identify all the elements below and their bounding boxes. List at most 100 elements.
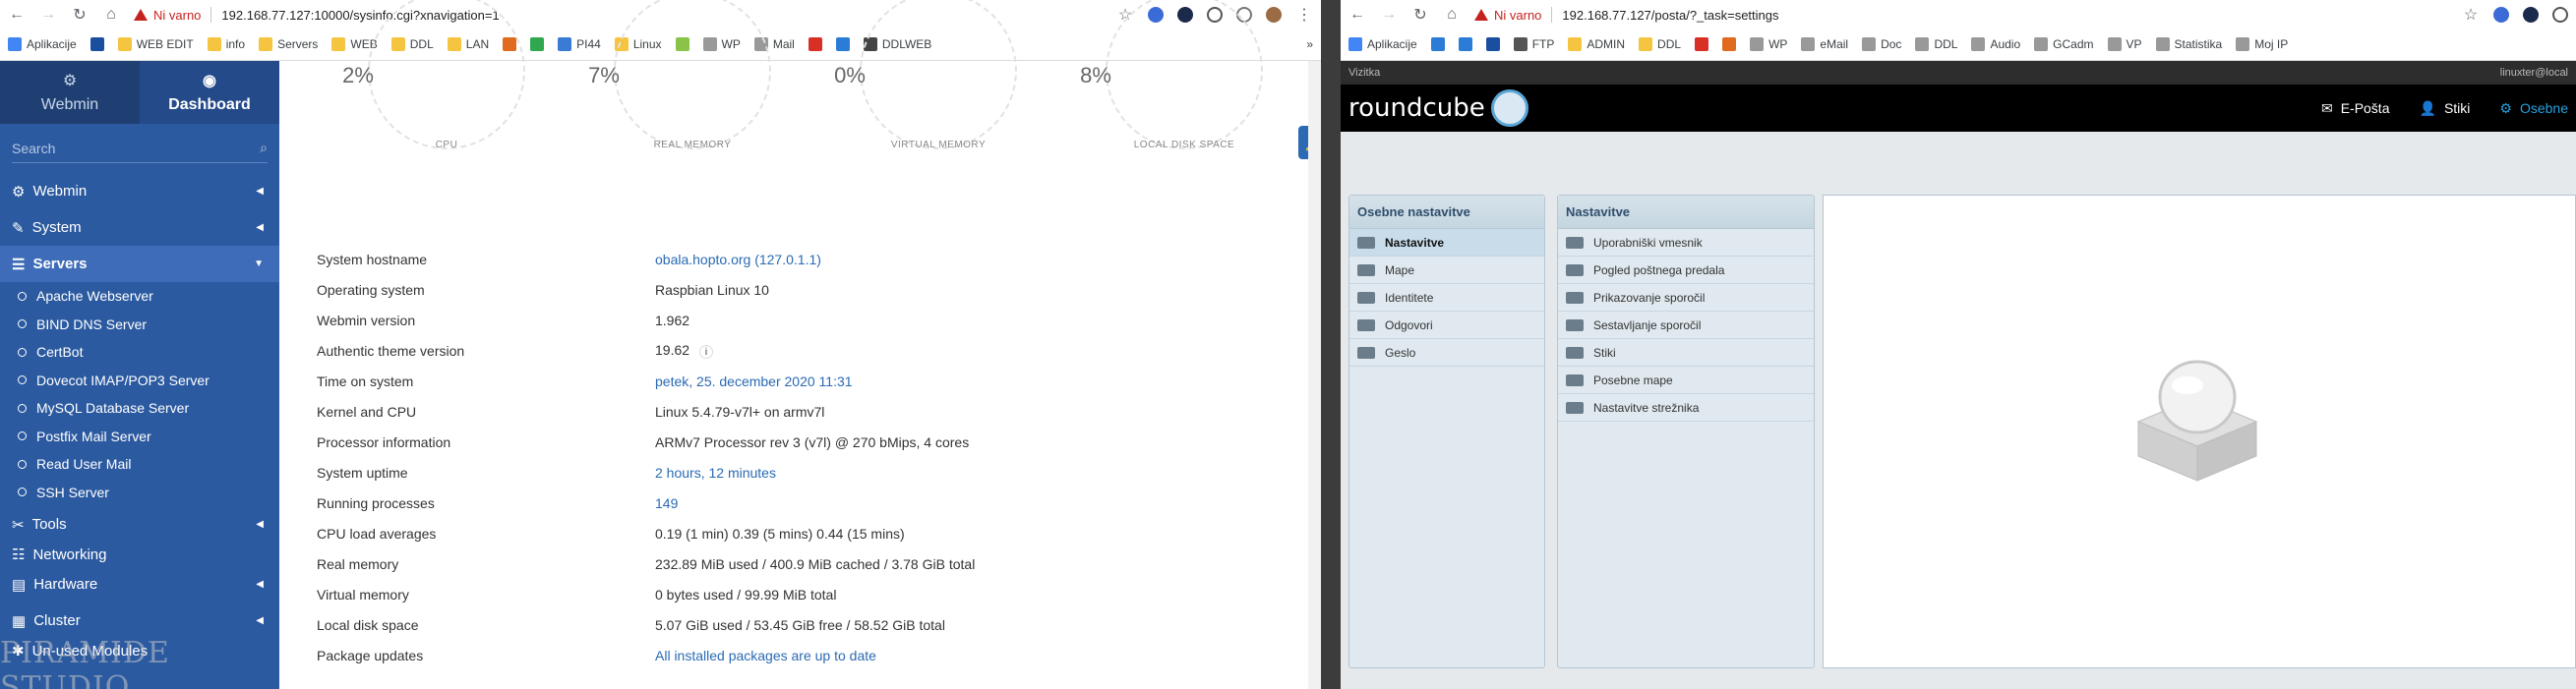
pref-item[interactable]: Uporabniški vmesnik [1558,229,1814,257]
bookmark[interactable]: DDL [1639,37,1681,51]
tab-dashboard[interactable]: ◉ Dashboard [140,61,279,124]
bookmark[interactable] [1695,37,1709,51]
sidebar-item-cluster[interactable]: ▦ Cluster ◀ [0,603,279,639]
pref-item[interactable]: Prikazovanje sporočil [1558,284,1814,312]
block-icon[interactable] [2552,7,2568,23]
browser-chrome-right: ← → ↻ ⌂ Ni varno 192.168.77.127/posta/?_… [1341,0,2576,61]
not-secure-badge[interactable]: Ni varno [134,8,201,23]
nav-settings[interactable]: ⚙ Osebne [2499,100,2568,117]
sidebar-subitem[interactable]: Read User Mail [0,450,279,479]
sidebar-subitem[interactable]: CertBot [0,338,279,367]
sidebar-search[interactable]: Search ⌕ [12,134,268,163]
vizitka-link[interactable]: Vizitka [1348,67,1380,79]
sidebar-subitem[interactable]: MySQL Database Server [0,394,279,423]
bookmark[interactable]: PI44 [558,37,601,51]
forward-icon[interactable]: → [1380,6,1398,24]
scrollbar[interactable] [1308,61,1321,689]
personal-settings-panel: Osebne nastavitve Nastavitve Mape Identi… [1348,195,1545,668]
bookmark[interactable]: Statistika [2155,37,2222,51]
site-icon [2107,37,2122,51]
monitor-icon [1566,236,1584,249]
address-bar[interactable]: Ni varno 192.168.77.127/posta/?_task=set… [1474,3,2448,27]
bookmark[interactable]: Aplikacije [8,37,77,51]
bookmark[interactable]: Moj IP [2236,37,2288,51]
sidebar-item-networking[interactable]: ☷ Networking [0,543,279,566]
compose-icon [1566,318,1584,331]
sidebar-subitem[interactable]: Postfix Mail Server [0,423,279,451]
settings-item-folders[interactable]: Mape [1349,257,1544,284]
bookmark[interactable] [90,37,104,51]
bookmark[interactable]: Doc [1862,37,1901,51]
settings-item-identities[interactable]: Identitete [1349,284,1544,312]
packages-link[interactable]: All installed packages are up to date [655,640,975,670]
avatar[interactable] [1266,7,1282,23]
forward-icon[interactable]: → [39,6,57,24]
hostname-link[interactable]: obala.hopto.org (127.0.1.1) [655,244,975,274]
bookmark[interactable]: ADMIN [1568,37,1625,51]
bookmark[interactable] [1485,37,1500,51]
bookmark[interactable]: Aplikacije [1348,37,1417,51]
bookmark[interactable]: DDL [1915,37,1957,51]
sidebar-item-servers[interactable]: ☰ Servers ▼ [0,246,279,282]
sidebar-subitem[interactable]: Dovecot IMAP/POP3 Server [0,367,279,395]
pref-item[interactable]: Stiki [1558,339,1814,367]
bookmark[interactable]: VP [2107,37,2142,51]
back-icon[interactable]: ← [8,6,26,24]
bookmark[interactable]: FTP [1513,37,1554,51]
bookmark-star-icon[interactable]: ☆ [2462,5,2480,25]
sidebar-subitem[interactable]: Apache Webserver [0,282,279,311]
sidebar-subitem[interactable]: BIND DNS Server [0,311,279,339]
bookmark[interactable]: WP [1750,37,1787,51]
pref-item[interactable]: Pogled poštnega predala [1558,257,1814,284]
roundcube-logo[interactable]: roundcube [1348,89,1528,127]
folder-icon [1357,263,1375,276]
settings-item-responses[interactable]: Odgovori [1349,312,1544,339]
settings-item-password[interactable]: Geslo [1349,339,1544,367]
more-bookmarks-icon[interactable]: » [1306,37,1313,51]
bookmark[interactable] [530,37,545,51]
tab-webmin[interactable]: ⚙ Webmin [0,61,140,124]
not-secure-badge[interactable]: Ni varno [1474,8,1541,23]
hardware-icon: ▤ [12,576,27,594]
home-icon[interactable]: ⌂ [1443,6,1461,24]
extension-icon[interactable] [2493,7,2509,23]
time-link[interactable]: petek, 25. december 2020 11:31 [655,366,975,396]
pref-item[interactable]: Sestavljanje sporočil [1558,312,1814,339]
url-text: 192.168.77.127/posta/?_task=settings [1562,7,1779,23]
menu-dots-icon[interactable]: ⋮ [1295,5,1313,25]
sidebar-item-hardware[interactable]: ▤ Hardware ◀ [0,566,279,603]
bookmark[interactable] [1430,37,1445,51]
settings-item-preferences[interactable]: Nastavitve [1349,229,1544,257]
nav-contacts[interactable]: 👤 Stiki [2420,100,2471,117]
table-row: Local disk space 5.07 GiB used / 53.45 Gi… [317,616,945,633]
nav-mail[interactable]: ✉ E-Pošta [2321,100,2390,117]
home-icon[interactable]: ⌂ [102,6,120,24]
bookmark[interactable] [808,37,822,51]
uptime-link[interactable]: 2 hours, 12 minutes [655,457,975,488]
folder-icon [207,37,221,51]
bookmark[interactable]: Servers [259,37,318,51]
bookmark[interactable] [835,37,850,51]
bookmark[interactable]: WEB EDIT [117,37,194,51]
bookmark[interactable] [1458,37,1472,51]
main-nav: ✉ E-Pošta 👤 Stiki ⚙ Osebne [2321,100,2568,117]
bookmark[interactable]: Audio [1971,37,2020,51]
bookmark[interactable]: info [207,37,245,51]
bookmark[interactable]: eMail [1801,37,1848,51]
bookmark[interactable]: GCadm [2034,37,2094,51]
sidebar-item-system[interactable]: ✎ System ◀ [0,209,279,246]
sidebar-item-webmin[interactable]: ⚙ Webmin ◀ [0,173,279,209]
bookmark[interactable] [1722,37,1737,51]
info-icon[interactable]: i [699,345,714,359]
reload-icon[interactable]: ↻ [71,5,89,25]
reload-icon[interactable]: ↻ [1411,5,1429,25]
pref-item[interactable]: Nastavitve strežnika [1558,394,1814,422]
sidebar-item-tools[interactable]: ✂ Tools ◀ [0,506,279,543]
back-icon[interactable]: ← [1348,6,1366,24]
extension-icon[interactable] [2523,7,2539,23]
pref-item[interactable]: Posebne mape [1558,367,1814,394]
sidebar-subitem[interactable]: SSH Server [0,479,279,507]
processes-link[interactable]: 149 [655,488,975,518]
table-row: Processor information ARMv7 Processor rev… [317,433,970,450]
search-input[interactable]: Search [12,141,55,156]
